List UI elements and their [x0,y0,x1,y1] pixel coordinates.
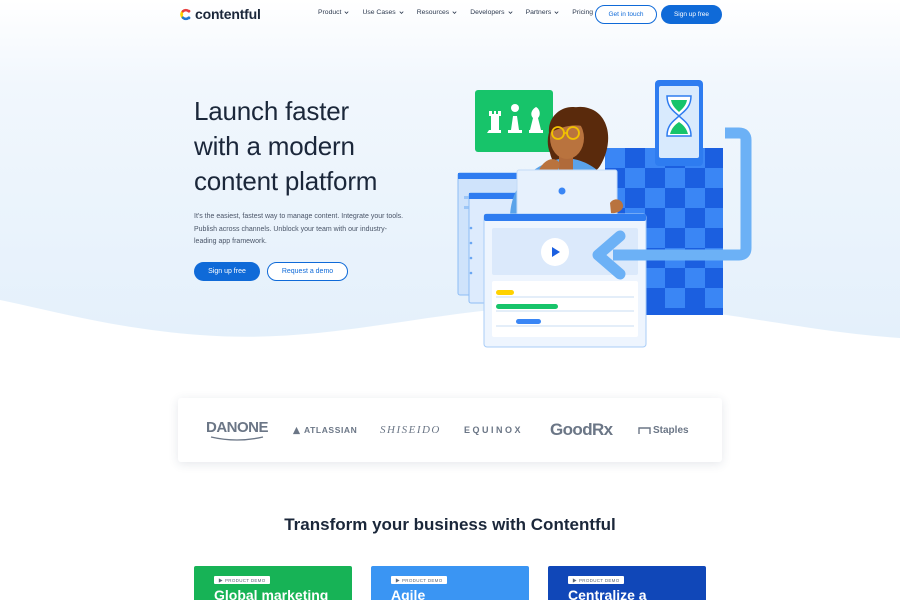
chevron-down-icon [508,11,513,14]
get-in-touch-button[interactable]: Get in touch [595,5,657,24]
hero-title-line: Launch faster [194,96,349,126]
staples-mark-icon [638,426,651,434]
contentful-logo[interactable]: contentful [178,6,261,22]
nav-pricing[interactable]: Pricing [572,9,593,16]
request-demo-button[interactable]: Request a demo [267,262,348,281]
play-icon [218,577,223,583]
play-icon [395,577,400,583]
staples-logo: Staples [638,398,689,462]
nav-developers[interactable]: Developers [470,9,513,16]
nav-label: Partners [525,9,552,16]
card-title: Agile [391,587,426,600]
nav-resources[interactable]: Resources [417,9,459,16]
logo-text: contentful [195,6,261,22]
hero-title-line: content platform [194,166,378,196]
equinox-logo-text: EQUINOX [464,425,524,435]
hero-title: Launch faster with a modern content plat… [194,94,424,199]
card-badge-label: PRODUCT DEMO [225,577,266,583]
chevron-down-icon [452,11,457,14]
chevron-down-icon [344,11,349,14]
section-title: Transform your business with Contentful [284,515,616,534]
site-header: contentful Product Use Cases Resources D… [0,0,900,30]
goodrx-logo: GoodRx [550,398,613,462]
shiseido-logo: SHISEIDO [380,398,441,462]
card-title: Global marketing [214,587,329,600]
staples-logo-text: Staples [653,424,689,436]
hero-title-line: with a modern [194,131,355,161]
atlassian-mark-icon [292,426,301,434]
nav-label: Use Cases [362,9,396,16]
use-case-card-agile[interactable]: PRODUCT DEMO Agile [371,566,529,600]
card-badge: PRODUCT DEMO [391,576,447,584]
contentful-logo-icon [180,8,191,20]
card-badge: PRODUCT DEMO [568,576,624,584]
danone-logo-text: DANONE [206,419,269,436]
atlassian-logo: ATLASSIAN [292,398,357,462]
chevron-down-icon [554,11,559,14]
nav-partners[interactable]: Partners [526,9,561,16]
nav-label: Resources [416,9,450,16]
chevron-down-icon [399,11,404,14]
customer-logos: DANONE ATLASSIAN SHISEIDO EQUINOX GoodRx… [178,398,722,462]
nav-label: Product [318,9,342,16]
card-badge-label: PRODUCT DEMO [579,577,620,583]
nav-label: Developers [470,9,505,16]
shiseido-logo-text: SHISEIDO [380,424,441,436]
use-case-card-global-marketing[interactable]: PRODUCT DEMO Global marketing [194,566,352,600]
nav-product[interactable]: Product [318,9,350,16]
card-title: Centralize a [568,587,647,600]
phone-hourglass-graphic [655,80,703,166]
danone-logo: DANONE [206,398,269,462]
danone-swoosh-icon [210,436,264,441]
use-case-card-centralize[interactable]: PRODUCT DEMO Centralize a [548,566,706,600]
card-badge: PRODUCT DEMO [214,576,270,584]
hero-sign-up-button[interactable]: Sign up free [194,262,260,281]
play-icon [572,577,577,583]
hero-description: It's the easiest, fastest way to manage … [194,213,404,245]
nav-label: Pricing [572,9,594,16]
chess-pieces-card [475,90,553,152]
hero-background [0,0,900,338]
main-nav: Product Use Cases Resources Developers P… [318,9,593,16]
card-badge-label: PRODUCT DEMO [402,577,443,583]
nav-use-cases[interactable]: Use Cases [362,9,404,16]
atlassian-logo-text: ATLASSIAN [304,425,358,435]
hero-illustration [457,80,752,348]
equinox-logo: EQUINOX [464,398,523,462]
header-sign-up-button[interactable]: Sign up free [661,5,722,24]
goodrx-logo-text: GoodRx [550,420,613,439]
